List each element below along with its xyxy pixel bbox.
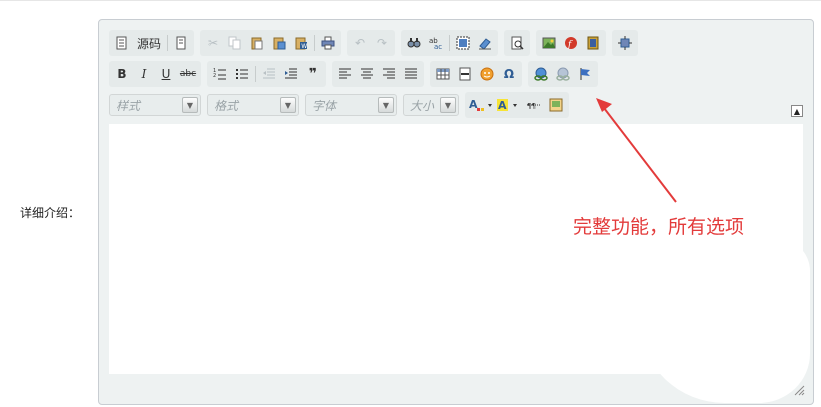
annotation-text: 完整功能，所有选项: [573, 216, 745, 238]
annotation-arrow: [596, 98, 677, 203]
